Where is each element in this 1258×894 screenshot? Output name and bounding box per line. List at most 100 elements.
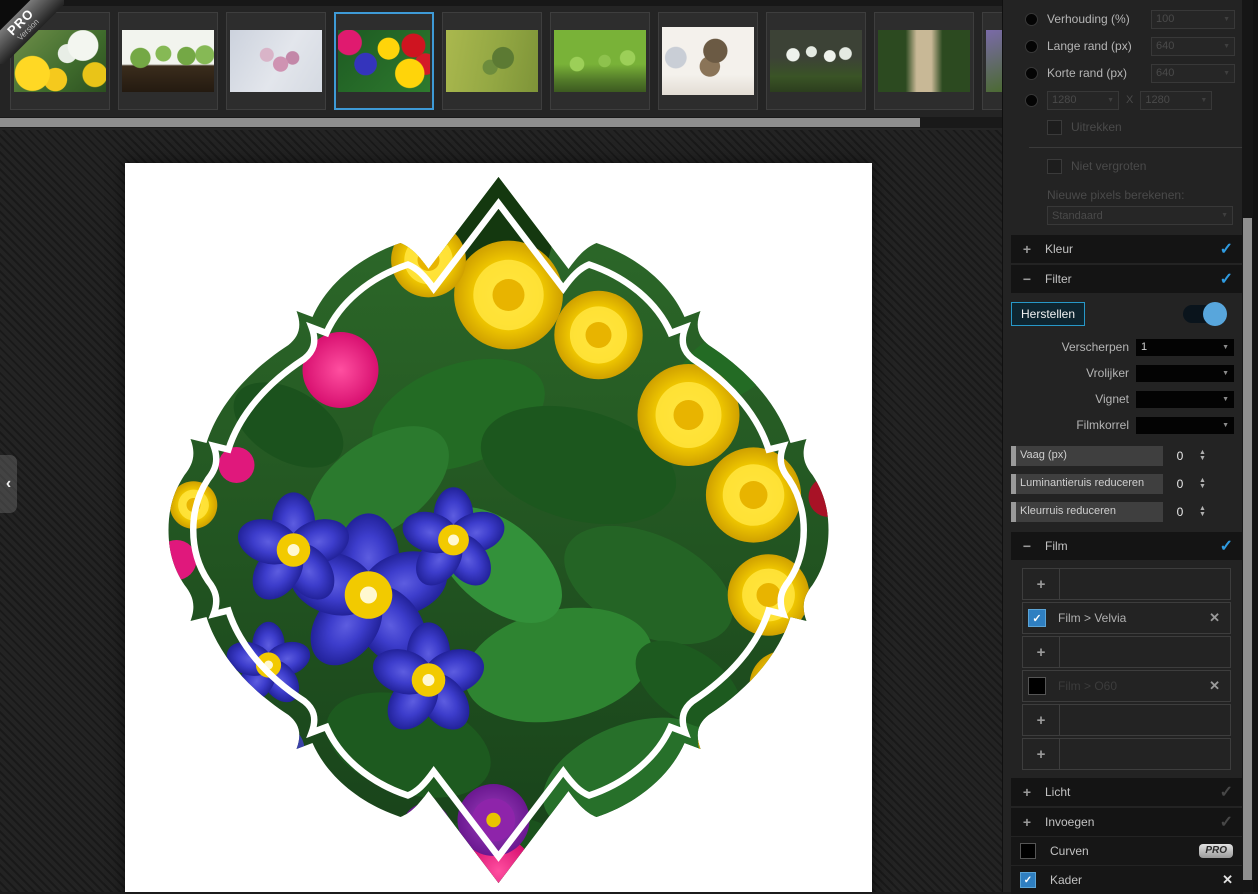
custom-width-combobox[interactable]: 1280 ▼	[1047, 90, 1119, 110]
filmstrip-scrollbar-track[interactable]	[0, 117, 1002, 128]
thumbnail-photo-grass-sprouts	[554, 30, 646, 92]
section-header-licht[interactable]: + Licht ✓	[1011, 778, 1243, 806]
section-label: Licht	[1045, 785, 1071, 799]
radio-custom-size[interactable]	[1025, 93, 1038, 107]
no-enlarge-row: Niet vergroten	[1047, 154, 1243, 178]
film-preset-list: + ✓ Film > Velvia ✕ + Film > O60 ✕ + +	[1022, 568, 1231, 770]
custom-height-combobox[interactable]: 1280 ▼	[1140, 90, 1213, 110]
no-enlarge-checkbox[interactable]	[1047, 158, 1062, 174]
thumbnail-5[interactable]	[442, 12, 542, 110]
slider-handle[interactable]	[1011, 473, 1016, 494]
section-label: Kleur	[1045, 242, 1074, 256]
expand-icon[interactable]: +	[1019, 784, 1035, 800]
add-film-button[interactable]: +	[1023, 637, 1060, 667]
restore-row: Herstellen	[1011, 297, 1243, 331]
blur-slider[interactable]: Vaag (px)	[1011, 445, 1163, 466]
resize-label: Lange rand (px)	[1047, 39, 1132, 53]
radio-korte-rand[interactable]	[1025, 66, 1038, 80]
slider-handle[interactable]	[1011, 445, 1016, 466]
panel-scrollbar-thumb[interactable]	[1243, 218, 1252, 880]
color-noise-slider[interactable]: Kleurruis reduceren	[1011, 501, 1163, 522]
enabled-check-icon: ✓	[1219, 538, 1233, 555]
vibrance-dropdown[interactable]: ▼	[1136, 364, 1234, 382]
frame-row[interactable]: ✓ Kader ✕	[1011, 866, 1243, 894]
thumbnail-6[interactable]	[550, 12, 650, 110]
section-header-filter[interactable]: − Filter ✓	[1011, 265, 1243, 293]
collapse-icon[interactable]: −	[1019, 271, 1035, 287]
remove-frame-icon[interactable]: ✕	[1222, 872, 1233, 888]
settings-panel: Verhouding (%) 100 ▼ Lange rand (px) 640…	[1002, 0, 1258, 894]
radio-verhouding[interactable]	[1025, 12, 1038, 26]
thumbnail-7[interactable]	[658, 12, 758, 110]
curves-row[interactable]: Curven PRO	[1011, 837, 1243, 865]
panel-scrollbar-track[interactable]	[1242, 0, 1253, 892]
thumbnail-8[interactable]	[766, 12, 866, 110]
resample-label: Nieuwe pixels berekenen:	[1047, 188, 1185, 202]
o60-checkbox-unchecked[interactable]	[1028, 677, 1046, 695]
slider-handle[interactable]	[1011, 501, 1016, 522]
thumbnail-9[interactable]	[874, 12, 974, 110]
dropdown-arrow-icon: ▼	[1222, 343, 1229, 351]
expand-icon[interactable]: +	[1019, 241, 1035, 257]
filter-enabled-toggle[interactable]	[1183, 302, 1227, 326]
add-film-row: +	[1022, 704, 1231, 736]
vignette-label: Vignet	[1095, 392, 1129, 406]
luminance-noise-value: 0	[1176, 476, 1184, 491]
expand-icon[interactable]: +	[1019, 814, 1035, 830]
luminance-noise-spinner[interactable]: ▲ ▼	[1199, 477, 1206, 490]
add-film-button[interactable]: +	[1023, 705, 1060, 735]
spinner-down-icon[interactable]: ▼	[1199, 455, 1206, 462]
collapse-icon[interactable]: −	[1019, 538, 1035, 554]
enabled-check-icon: ✓	[1219, 271, 1233, 288]
color-noise-spinner[interactable]: ▲ ▼	[1199, 505, 1206, 518]
framed-photo-preview	[168, 177, 829, 883]
luminance-noise-slider-row: Luminantieruis reduceren 0 ▲ ▼	[1011, 473, 1243, 494]
dropdown-arrow-icon: ▼	[1222, 395, 1229, 403]
film-preset-label: Film > Velvia	[1058, 611, 1127, 625]
resample-combobox[interactable]: Standaard ▼	[1047, 206, 1233, 225]
toggle-knob[interactable]	[1203, 302, 1227, 326]
section-header-kleur[interactable]: + Kleur ✓	[1011, 235, 1243, 263]
remove-film-icon[interactable]: ✕	[1209, 678, 1220, 694]
blur-spinner[interactable]: ▲ ▼	[1199, 449, 1206, 462]
stretch-row: Uitrekken	[1047, 115, 1243, 139]
restore-button[interactable]: Herstellen	[1011, 302, 1086, 326]
vibrance-row: Vrolijker ▼	[1011, 363, 1243, 383]
stretch-label: Uitrekken	[1071, 120, 1122, 134]
panel-right-edge	[1253, 0, 1258, 892]
remove-film-icon[interactable]: ✕	[1209, 610, 1220, 626]
section-label: Filter	[1045, 272, 1072, 286]
thumbnail-photo-snowdrops-in-snow	[770, 30, 862, 92]
thumbnail-3[interactable]	[226, 12, 326, 110]
thumbnail-2[interactable]	[118, 12, 218, 110]
vignette-dropdown[interactable]: ▼	[1136, 390, 1234, 408]
korte-rand-combobox[interactable]: 640 ▼	[1151, 63, 1235, 83]
thumbnail-4-selected[interactable]	[334, 12, 434, 110]
section-header-film[interactable]: − Film ✓	[1011, 532, 1243, 560]
verhouding-combobox[interactable]: 100 ▼	[1151, 9, 1235, 29]
add-film-button[interactable]: +	[1023, 739, 1060, 769]
velvia-checkbox-checked[interactable]: ✓	[1028, 609, 1046, 627]
sharpen-dropdown[interactable]: 1 ▼	[1136, 338, 1234, 356]
spinner-down-icon[interactable]: ▼	[1199, 483, 1206, 490]
radio-lange-rand[interactable]	[1025, 39, 1038, 53]
thumbnail-photo-seedlings-in-soil	[122, 30, 214, 92]
dropdown-arrow-icon: ▼	[1223, 42, 1230, 50]
frame-checkbox-checked[interactable]: ✓	[1020, 872, 1036, 888]
dropdown-arrow-icon: ▼	[1221, 212, 1228, 219]
filmstrip	[0, 0, 1082, 130]
stretch-checkbox[interactable]	[1047, 119, 1062, 135]
section-header-invoegen[interactable]: + Invoegen ✓	[1011, 808, 1243, 836]
luminance-noise-slider[interactable]: Luminantieruis reduceren	[1011, 473, 1163, 494]
lange-rand-combobox[interactable]: 640 ▼	[1151, 36, 1235, 56]
spinner-down-icon[interactable]: ▼	[1199, 511, 1206, 518]
left-panel-collapse-tab[interactable]: ‹	[0, 455, 17, 513]
blur-value: 0	[1176, 448, 1184, 463]
preview-workspace	[0, 130, 1002, 892]
curves-checkbox-unchecked[interactable]	[1020, 843, 1036, 859]
image-canvas	[125, 163, 872, 892]
film-grain-dropdown[interactable]: ▼	[1136, 416, 1234, 434]
add-film-button[interactable]: +	[1023, 569, 1060, 599]
filmstrip-scrollbar-thumb[interactable]	[0, 118, 920, 127]
blur-slider-row: Vaag (px) 0 ▲ ▼	[1011, 445, 1243, 466]
